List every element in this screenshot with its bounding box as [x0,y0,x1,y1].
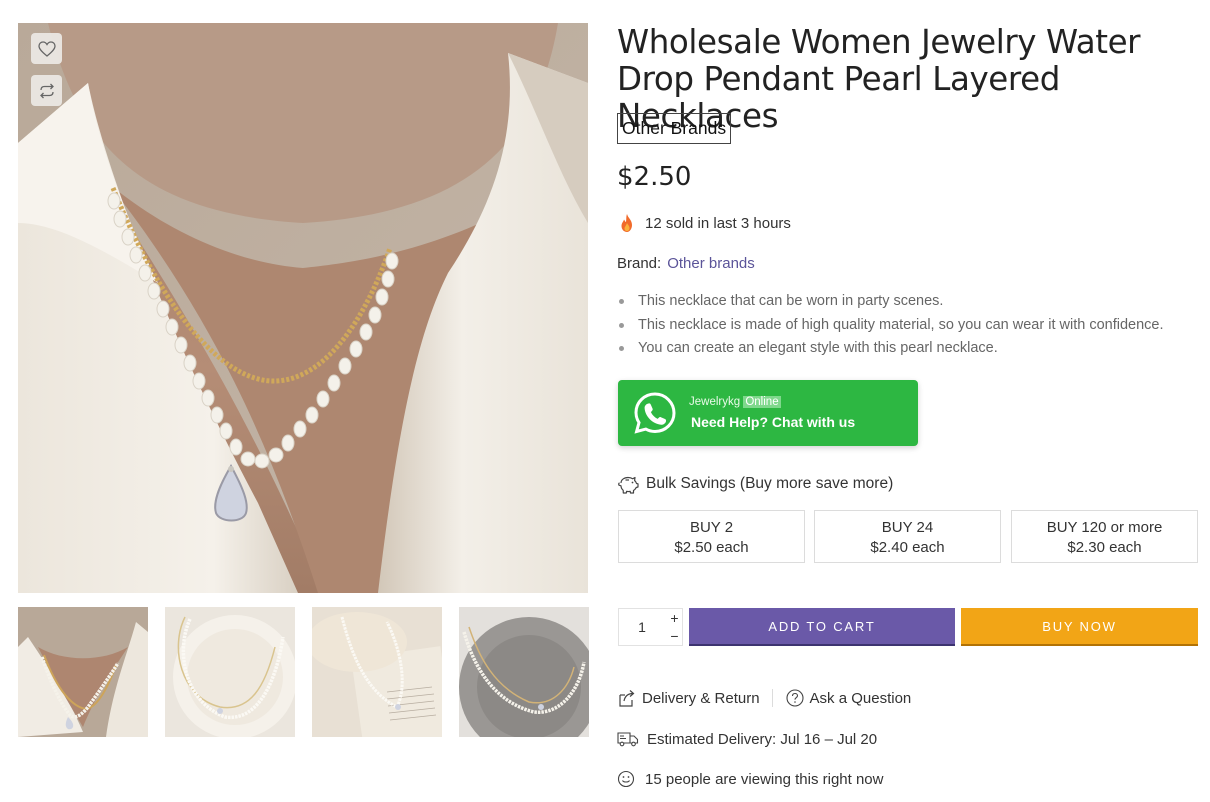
sold-counter: 12 sold in last 3 hours [617,213,791,233]
thumbnail-2[interactable] [165,607,295,737]
tier-quantity: BUY 2 [689,519,734,536]
info-links: Delivery & Return Ask a Question [617,688,911,708]
estimated-delivery-text: Estimated Delivery: Jul 16 – Jul 20 [647,730,878,748]
heart-icon [37,40,56,57]
tier-quantity: BUY 120 or more [1046,519,1163,536]
online-status: Online [743,396,781,408]
quantity-increase-button[interactable]: + [666,609,683,627]
fire-icon [621,214,632,232]
compare-button[interactable] [31,75,62,106]
chat-cta: Need Help? Chat with us [691,414,856,430]
thumbnail-image [18,607,148,737]
truck-icon [617,732,639,747]
thumbnail-image [459,607,589,737]
quantity-decrease-button[interactable]: − [666,627,683,645]
bulk-tier-1[interactable]: BUY 2 $2.50 each [618,510,805,563]
feature-item: You can create an elegant style with thi… [617,339,1163,363]
ask-question-label: Ask a Question [809,689,912,707]
feature-list: This necklace that can be worn in party … [617,292,1163,363]
whatsapp-icon [634,392,676,434]
thumbnail-3[interactable] [312,607,442,737]
delivery-return-link[interactable]: Delivery & Return [617,688,760,708]
tier-price: $2.50 each [674,539,749,556]
piggy-bank-icon [618,476,639,494]
tier-price: $2.30 each [1067,539,1142,556]
agent-name-line: Jewelrykg Online [689,396,781,408]
link-divider [771,689,773,707]
brand-line: Brand: Other brands [617,255,755,272]
thumbnail-image [312,607,442,737]
thumbnail-1[interactable] [18,607,148,737]
sold-text: 12 sold in last 3 hours [645,214,791,232]
estimated-delivery: Estimated Delivery: Jul 16 – Jul 20 [617,730,877,748]
quantity-stepper: 1 + − [618,608,683,646]
brand-tag[interactable]: Other Brands [617,113,732,144]
quantity-input[interactable]: 1 [619,609,665,645]
necklace-photo [18,23,588,593]
ask-question-link[interactable]: Ask a Question [785,688,912,708]
thumbnail-4[interactable] [459,607,589,737]
bulk-savings-heading: Bulk Savings (Buy more save more) [617,474,893,494]
buy-now-button[interactable]: BUY NOW [961,608,1198,646]
agent-name: Jewelrykg [689,396,741,408]
bulk-heading-text: Bulk Savings (Buy more save more) [646,475,894,492]
arrows-loop-icon [39,83,54,98]
whatsapp-chat-button[interactable]: Jewelrykg Online Need Help? Chat with us [618,380,918,446]
viewers-text: 15 people are viewing this right now [645,770,884,788]
feature-item: This necklace is made of high quality ma… [617,316,1163,340]
bulk-tier-3[interactable]: BUY 120 or more $2.30 each [1011,510,1198,563]
smiley-icon [617,770,635,788]
bulk-tier-2[interactable]: BUY 24 $2.40 each [814,510,1001,563]
brand-label: Brand: [617,255,662,272]
delivery-return-label: Delivery & Return [642,689,760,707]
thumbnail-strip [18,607,593,737]
feature-item: This necklace that can be worn in party … [617,292,1163,316]
tier-price: $2.40 each [870,539,945,556]
wishlist-button[interactable] [31,33,62,64]
product-price: $2.50 [617,162,692,192]
tier-quantity: BUY 24 [881,519,934,536]
thumbnail-image [165,607,295,737]
share-box-icon [619,690,635,707]
live-viewers: 15 people are viewing this right now [617,770,883,788]
main-product-image[interactable] [18,23,588,593]
brand-link[interactable]: Other brands [667,255,755,272]
add-to-cart-button[interactable]: ADD TO CART [689,608,955,646]
question-circle-icon [785,689,804,707]
